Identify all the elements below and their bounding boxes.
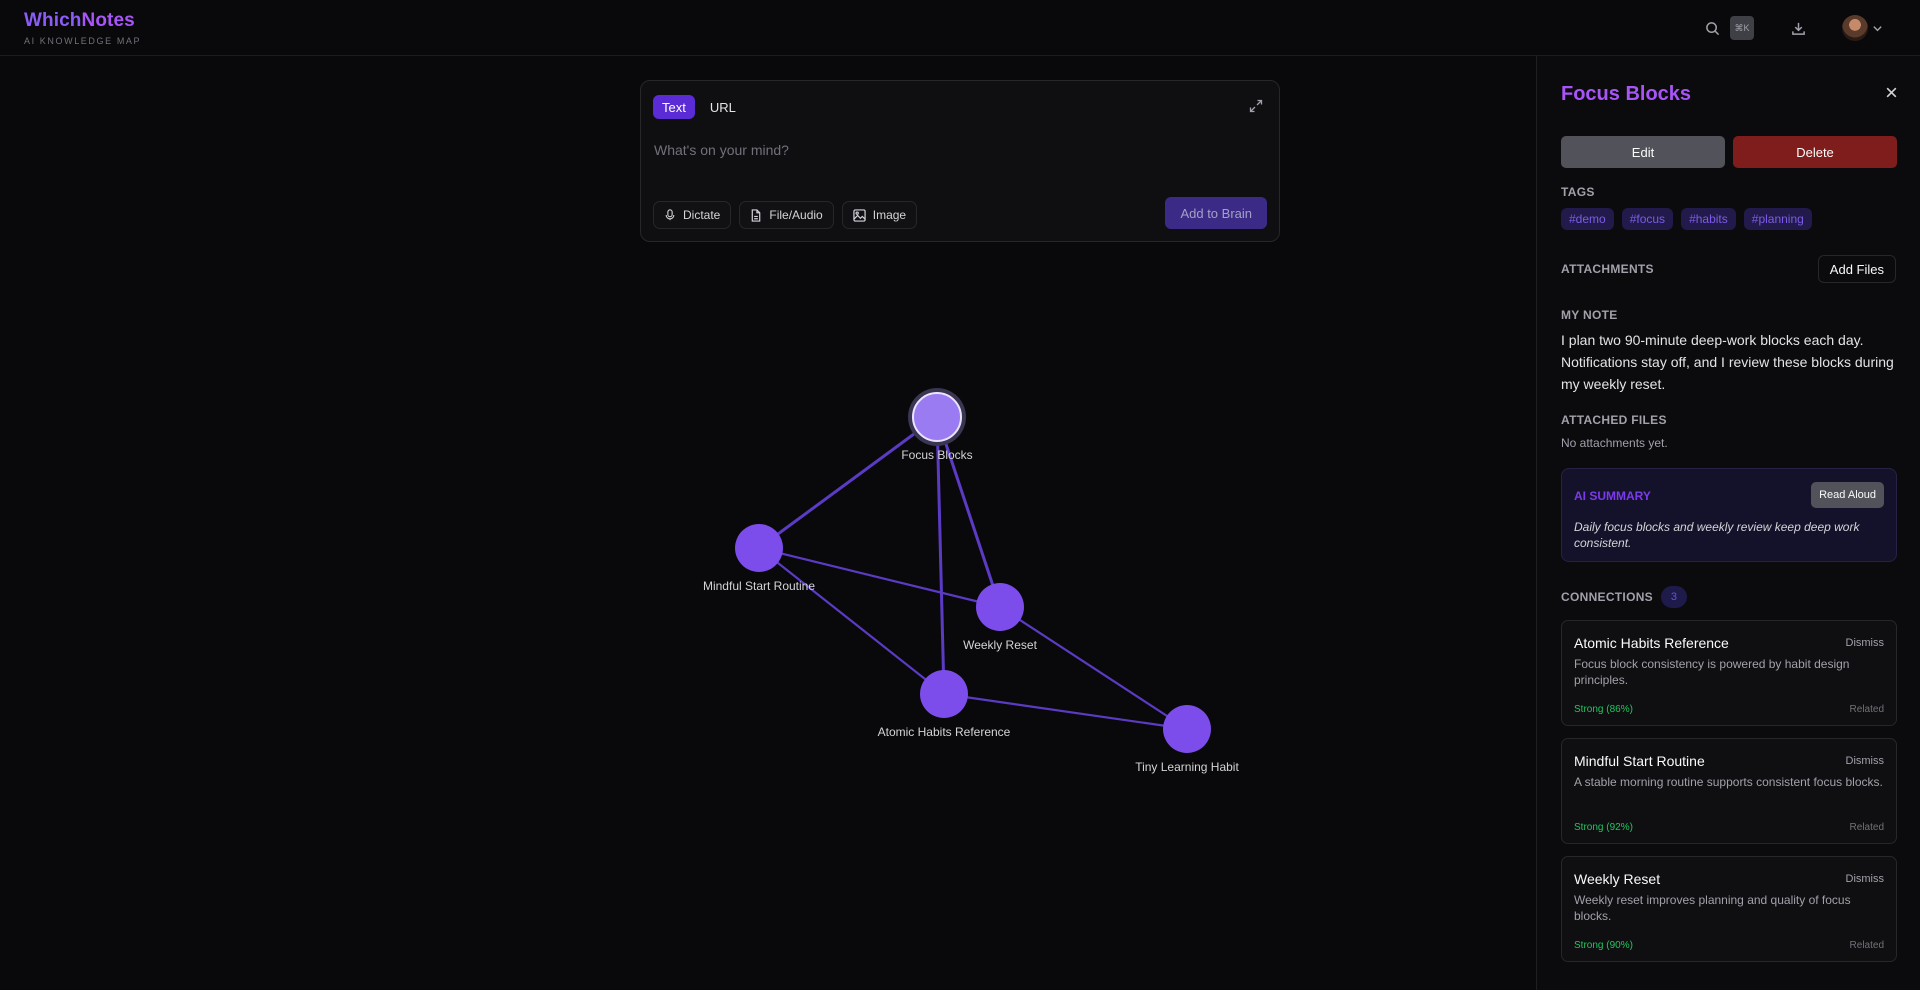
dismiss-button[interactable]: Dismiss xyxy=(1846,873,1885,885)
composer: Text URL Dictate File/Audio Image Add to… xyxy=(640,80,1280,242)
graph-node-atomic[interactable]: Atomic Habits Reference xyxy=(878,670,1011,739)
note-body: I plan two 90-minute deep-work blocks ea… xyxy=(1561,332,1894,392)
connection-description: Focus block consistency is powered by ha… xyxy=(1574,657,1850,687)
graph-node-circle[interactable] xyxy=(976,583,1024,631)
graph-node-weekly[interactable]: Weekly Reset xyxy=(963,583,1038,652)
attached-files-label: ATTACHED FILES xyxy=(1561,413,1667,427)
connection-type: Related xyxy=(1849,704,1884,715)
image-label: Image xyxy=(872,208,907,222)
connection-title[interactable]: Mindful Start Routine xyxy=(1574,753,1705,769)
tag[interactable]: #habits xyxy=(1681,208,1736,230)
connection-card[interactable]: Atomic Habits Reference Dismiss Focus bl… xyxy=(1561,620,1897,726)
graph-node-circle[interactable] xyxy=(735,524,783,572)
expand-icon[interactable] xyxy=(1249,99,1263,118)
tab-text[interactable]: Text xyxy=(653,95,695,119)
avatar[interactable] xyxy=(1842,15,1868,41)
ai-summary-text: Daily focus blocks and weekly review kee… xyxy=(1574,520,1860,550)
tab-url[interactable]: URL xyxy=(701,95,745,119)
image-icon xyxy=(853,208,866,222)
my-note-label: MY NOTE xyxy=(1561,308,1618,322)
image-button[interactable]: Image xyxy=(841,201,918,229)
graph-node-circle[interactable] xyxy=(920,670,968,718)
connection-strength: Strong (90%) xyxy=(1574,940,1633,951)
read-aloud-button[interactable]: Read Aloud xyxy=(1811,482,1884,508)
graph-nodes: Focus Blocks Mindful Start Routine Weekly … xyxy=(703,388,1239,774)
delete-button[interactable]: Delete xyxy=(1733,136,1897,168)
close-icon[interactable] xyxy=(1885,86,1898,104)
graph-node-label: Mindful Start Routine xyxy=(703,579,815,593)
tag[interactable]: #focus xyxy=(1621,208,1674,230)
file-icon xyxy=(752,208,761,222)
chevron-down-icon[interactable] xyxy=(1868,14,1886,42)
file-audio-button[interactable]: File/Audio xyxy=(739,201,834,229)
add-to-brain-button[interactable]: Add to Brain xyxy=(1165,197,1267,229)
attachments-label: ATTACHMENTS xyxy=(1561,262,1654,276)
no-attachments-text: No attachments yet. xyxy=(1561,436,1668,450)
connection-type: Related xyxy=(1849,822,1884,833)
connections-header: CONNECTIONS 3 xyxy=(1561,586,1687,608)
add-files-button[interactable]: Add Files xyxy=(1817,255,1896,283)
brand-name: WhichNotes xyxy=(24,10,135,31)
search-icon[interactable] xyxy=(1698,14,1726,42)
dismiss-button[interactable]: Dismiss xyxy=(1846,755,1885,767)
connection-strength: Strong (86%) xyxy=(1574,704,1633,715)
dictate-label: Dictate xyxy=(683,208,721,222)
connection-description: A stable morning routine supports consis… xyxy=(1574,775,1883,789)
dictate-button[interactable]: Dictate xyxy=(653,201,732,229)
graph-node-tiny[interactable]: Tiny Learning Habit xyxy=(1135,705,1239,774)
tags-label: TAGS xyxy=(1561,185,1595,199)
edit-button[interactable]: Edit xyxy=(1561,136,1725,168)
ai-summary-box: AI SUMMARY Read Aloud Daily focus blocks… xyxy=(1561,468,1897,562)
connection-strength: Strong (92%) xyxy=(1574,822,1633,833)
download-icon[interactable] xyxy=(1784,14,1812,42)
connection-card[interactable]: Mindful Start Routine Dismiss A stable m… xyxy=(1561,738,1897,844)
connection-title[interactable]: Weekly Reset xyxy=(1574,871,1660,887)
graph-edge xyxy=(943,692,1188,731)
graph-edge xyxy=(935,416,1002,608)
connection-type: Related xyxy=(1849,940,1884,951)
brand-subtitle: AI KNOWLEDGE MAP xyxy=(24,36,142,46)
connection-card[interactable]: Weekly Reset Dismiss Weekly reset improv… xyxy=(1561,856,1897,962)
graph-edge xyxy=(758,415,938,550)
graph-node-label: Weekly Reset xyxy=(963,638,1037,652)
graph-node-circle[interactable] xyxy=(1163,705,1211,753)
graph-node-focus[interactable]: Focus Blocks xyxy=(901,388,973,462)
tag[interactable]: #demo xyxy=(1561,208,1614,230)
graph-edges xyxy=(758,415,1188,731)
note-detail-panel: Focus Blocks Edit Delete TAGS #demo #foc… xyxy=(1536,56,1920,990)
tag[interactable]: #planning xyxy=(1743,208,1812,230)
tag-list: #demo #focus #habits #planning xyxy=(1561,208,1820,230)
brand[interactable]: WhichNotes AI KNOWLEDGE MAP xyxy=(24,10,141,46)
graph-node-label: Tiny Learning Habit xyxy=(1135,760,1239,774)
ai-summary-label: AI SUMMARY xyxy=(1574,489,1651,503)
file-audio-label: File/Audio xyxy=(769,208,823,222)
graph-node-label: Atomic Habits Reference xyxy=(878,725,1011,739)
graph-edge xyxy=(999,606,1188,730)
connections-count-badge: 3 xyxy=(1660,586,1687,608)
shortcut-badge[interactable]: ⌘K xyxy=(1730,16,1754,40)
connections-label: CONNECTIONS xyxy=(1561,590,1653,604)
microphone-icon xyxy=(665,209,675,221)
connection-description: Weekly reset improves planning and quali… xyxy=(1574,893,1851,923)
graph-node-circle[interactable] xyxy=(912,392,962,442)
top-bar: WhichNotes AI KNOWLEDGE MAP ⌘K xyxy=(0,0,1920,56)
dismiss-button[interactable]: Dismiss xyxy=(1846,637,1885,649)
graph-node-label: Focus Blocks xyxy=(901,448,972,462)
connection-title[interactable]: Atomic Habits Reference xyxy=(1574,635,1729,651)
note-title: Focus Blocks xyxy=(1561,83,1692,105)
note-input[interactable] xyxy=(654,142,1254,158)
